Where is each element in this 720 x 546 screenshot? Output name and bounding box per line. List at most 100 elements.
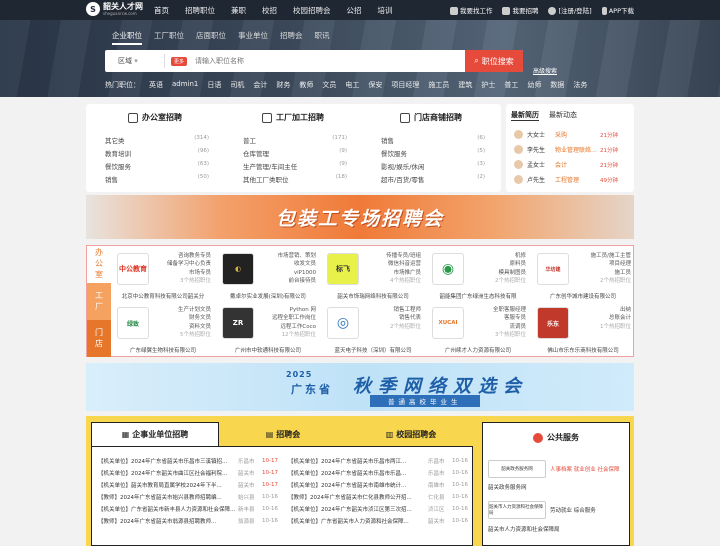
category-title[interactable]: 门店商铺招聘 [362,112,500,123]
resume-row[interactable]: 卢先生 工程管理 49分钟 [506,172,634,187]
tab-campus-fair[interactable]: ▥ 校园招聘会 [347,422,475,446]
job-link[interactable]: 施工员 [591,269,631,277]
side-label-store[interactable]: 门店 [87,320,111,357]
company-name[interactable]: 韶能集团广东绿洲生态科技有限 [426,292,530,300]
list-item[interactable]: 【机关单位】2024年广东省韶关市乐昌市三溪镇招... 乐昌市 10-17 [98,455,284,467]
job-link[interactable]: 收发文员 [277,260,316,268]
hot-job[interactable]: 司机 [230,80,244,90]
company-name[interactable]: 北京中公教育科技有限公司韶关分 [111,292,215,300]
job-link[interactable]: 总账会计 [600,314,631,322]
region-select[interactable]: 区域 ▾ [105,54,165,68]
tab-factory[interactable]: 工厂职位 [154,30,184,45]
job-link[interactable]: 施工员/施工主管 [591,252,631,260]
job-link[interactable]: 流调员 [493,323,526,331]
public-service-row[interactable]: 韶关政务服务网 [488,483,527,491]
packaging-fair-banner[interactable]: 包装工专场招聘会 [86,195,634,239]
job-link[interactable]: 远程工作Coco [272,323,316,331]
list-item[interactable]: 【机关单位】韶关市教育局直属学校2024年下半... 韶关市 10-17 [98,479,284,491]
tab-enterprise[interactable]: 企业职位 [112,30,142,45]
company-name[interactable]: 韶关市饰瑞网络科技有限公司 [321,292,425,300]
side-label-office[interactable]: 办公室 [87,246,111,283]
service-links[interactable]: 人事档案 就业创业 社会保障 [550,465,622,473]
job-link[interactable]: 前台接待员 [277,277,316,285]
category-row[interactable]: 销售 (50) [105,174,209,187]
company-name[interactable]: 广东绿翼生物科技有限公司 [111,346,215,354]
site-logo[interactable]: S 韶关人才网 sheguanrcw.com [86,2,143,16]
category-row[interactable]: 餐饮服务 (5) [381,148,485,161]
tab-latest-resume[interactable]: 最新简历 [511,110,539,121]
company-card[interactable]: ◉ 机修 原料员 模具制图员 2个热招职位 韶能集团广东绿洲生态科技有限 [426,249,530,301]
category-title[interactable]: 办公室招聘 [86,112,224,123]
company-card[interactable]: XUCAI 全职客服经理 客服专员 流调员 3个热招职位 广州续才人力资源有限公司 [426,303,530,355]
list-item[interactable]: 【机关单位】广东省韶关市新丰县人力资源和社会保障... 新丰县 10-16 [98,503,284,515]
list-item[interactable]: 【机关单位】2024年广东韶关市曲江区社会福利院... 韶关市 10-17 [98,467,284,479]
job-link[interactable]: 原料员 [495,260,526,268]
hot-job[interactable]: 护士 [481,80,495,90]
tab-public-institution[interactable]: 事业单位 [238,30,268,45]
advanced-search-link[interactable]: 高级搜索 [533,66,557,75]
hot-job[interactable]: 项目经理 [391,80,419,90]
hot-job[interactable]: 施工员 [428,80,449,90]
hot-job[interactable]: 财务 [276,80,290,90]
list-item[interactable]: 【机关单位】广东省韶关市人力资源和社会保障... 韶关市 10-16 [288,515,474,527]
hot-job[interactable]: 数据 [550,80,564,90]
hot-job[interactable]: 建筑 [458,80,472,90]
company-card[interactable]: 标飞 传播专员/班组 微信抖音运营 市场推广员 4个热招职位 韶关市饰瑞网络科技有限公… [321,249,425,301]
job-link[interactable]: 财务文员 [178,314,211,322]
tab-latest-news[interactable]: 最新动态 [549,110,577,121]
nav-public[interactable]: 公招 [347,5,362,16]
job-link[interactable]: 出纳 [600,306,631,314]
category-row[interactable]: 其他工厂类职位 (18) [243,174,347,187]
category-row[interactable]: 销售 (6) [381,135,485,148]
list-item[interactable]: 【教师】2024年广东省韶关市仁化县教师公开招... 仁化县 10-16 [288,491,474,503]
company-card[interactable]: 华坊建 施工员/施工主管 项目经理 施工员 2个热招职位 广东创华城市建设有限公司 [531,249,635,301]
resume-row[interactable]: 李先生 物业管理联络... 21分钟 [506,142,634,157]
tab-news[interactable]: 职讯 [315,30,330,45]
company-card[interactable]: 绿致 生产计划文员 财务文员 资料文员 5个热招职位 广东绿翼生物科技有限公司 [111,303,215,355]
tab-job-fair[interactable]: ▤ 招聘会 [219,422,347,446]
job-link[interactable]: 客服专员 [493,314,526,322]
job-link[interactable]: 微信抖音运营 [386,260,421,268]
nav-parttime[interactable]: 兼职 [231,5,246,16]
service-name[interactable]: 韶关政务服务网 [488,483,527,491]
hot-job[interactable]: 会计 [253,80,267,90]
recruit-link[interactable]: 我要招聘 [502,5,538,15]
resume-row[interactable]: 大女士 采购 21分钟 [506,127,634,142]
public-service-row[interactable]: 韶关政务服务网 人事档案 就业创业 社会保障 [488,460,622,478]
list-item[interactable]: 【机关单位】2024年广东省韶关市乐昌市乐昌... 乐昌市 10-16 [288,467,474,479]
hot-job[interactable]: 保安 [368,80,382,90]
company-card[interactable]: 中公教育 咨询教务专员 储备学习中心负责 市场专员 3个热招职位 北京中公教育科技有限… [111,249,215,301]
category-row[interactable]: 普工 (171) [243,135,347,148]
job-link[interactable]: 咨询教务专员 [167,252,211,260]
nav-campus[interactable]: 校招 [262,5,277,16]
list-item[interactable]: 【教师】2024年广东省韶关市始兴县教师招聘编... 始兴县 10-16 [98,491,284,503]
hot-job[interactable]: 法务 [573,80,587,90]
service-name[interactable]: 韶关市人力资源和社会保障局 [488,525,560,533]
hot-job[interactable]: admin1 [172,80,198,90]
job-link[interactable]: 资料文员 [178,323,211,331]
category-row[interactable]: 仓库管理 (9) [243,148,347,161]
job-link[interactable]: 生产计划文员 [178,306,211,314]
category-row[interactable]: 教育培训 (96) [105,148,209,161]
category-row[interactable]: 超市/百货/零售 (2) [381,174,485,187]
company-card[interactable]: ZR Python 网远程全职工作岗位 远程工作Coco 12个热招职位 广州市中软… [216,303,320,355]
search-input[interactable] [187,57,465,65]
job-link[interactable]: 全职客服经理 [493,306,526,314]
hot-job[interactable]: 幼师 [527,80,541,90]
category-row[interactable]: 影视/娱乐/休闲 (3) [381,161,485,174]
list-item[interactable]: 【教师】2024年广东省韶关市翁源县招聘教师... 翁源县 10-16 [98,515,284,527]
resume-row[interactable]: 孟女士 会计 21分钟 [506,157,634,172]
job-link[interactable]: 销售工程师 [390,306,421,314]
list-item[interactable]: 【机关单位】2024年广东省韶关市乐昌市两江... 乐昌市 10-16 [288,455,474,467]
job-link[interactable]: 市场专员 [167,269,211,277]
job-link[interactable]: 模具制图员 [495,269,526,277]
nav-jobs[interactable]: 招聘职位 [185,5,215,16]
company-name[interactable]: 广东创华城市建设有限公司 [531,292,635,300]
job-link[interactable]: 传播专员/班组 [386,252,421,260]
app-download-link[interactable]: APP下载 [601,5,634,15]
hot-job[interactable]: 文员 [322,80,336,90]
hot-job[interactable]: 电工 [345,80,359,90]
company-name[interactable]: 广州续才人力资源有限公司 [426,346,530,354]
company-name[interactable]: 蓝天电子科技（深圳）有限公司 [321,346,425,354]
more-filter-button[interactable]: 更多 [171,56,188,66]
